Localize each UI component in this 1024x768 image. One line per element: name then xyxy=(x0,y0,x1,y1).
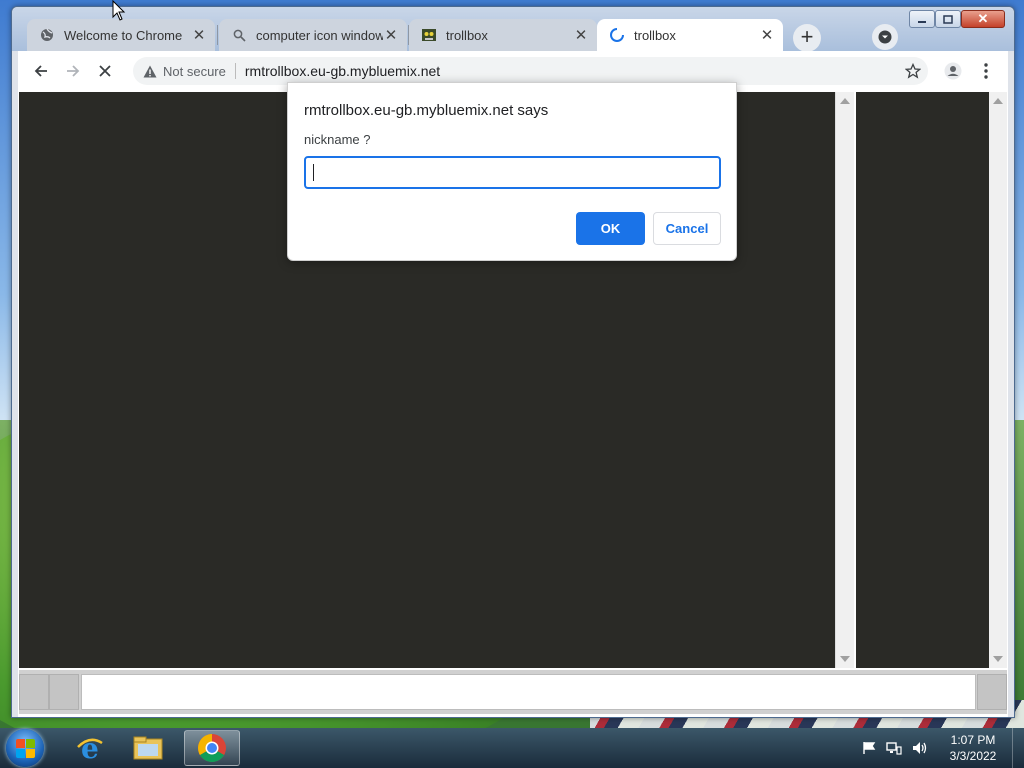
start-button[interactable] xyxy=(6,729,44,767)
close-window-button[interactable]: ✕ xyxy=(961,10,1005,28)
taskbar-internet-explorer[interactable]: e xyxy=(62,730,118,766)
text-caret xyxy=(313,164,314,181)
volume-icon[interactable] xyxy=(912,741,928,755)
cancel-button[interactable]: Cancel xyxy=(653,212,721,245)
stop-loading-button[interactable] xyxy=(95,61,115,81)
prompt-dialog: rmtrollbox.eu-gb.mybluemix.net says nick… xyxy=(287,82,737,261)
tab-trollbox[interactable]: trollbox ✕ xyxy=(409,19,597,51)
action-center-flag-icon[interactable] xyxy=(862,741,876,755)
arrow-left-icon xyxy=(34,65,47,77)
profile-button[interactable] xyxy=(943,61,963,81)
new-tab-button[interactable]: + xyxy=(793,24,821,52)
bar-left-button[interactable] xyxy=(19,674,49,710)
scroll-down-icon[interactable] xyxy=(840,656,850,662)
url-text[interactable]: rmtrollbox.eu-gb.mybluemix.net xyxy=(245,63,440,79)
nickname-input[interactable] xyxy=(304,156,721,189)
restore-icon xyxy=(943,15,953,24)
ok-button[interactable]: OK xyxy=(576,212,645,245)
bar-second-button[interactable] xyxy=(49,674,79,710)
bookmark-star-button[interactable] xyxy=(903,61,923,81)
chrome-menu-button[interactable] xyxy=(976,61,996,81)
close-icon xyxy=(99,65,111,77)
tab-title: trollbox xyxy=(634,27,676,43)
chat-message-input[interactable] xyxy=(81,674,976,710)
omnibox-divider xyxy=(234,63,236,79)
tab-title: trollbox xyxy=(446,27,488,43)
scroll-down-icon[interactable] xyxy=(993,656,1003,662)
taskbar: e 1:07 PM 3/3/2022 xyxy=(0,728,1024,768)
more-vertical-icon xyxy=(984,63,988,79)
chat-input-bar xyxy=(19,670,1007,714)
scroll-up-icon[interactable] xyxy=(993,98,1003,104)
arrow-right-icon xyxy=(67,65,80,77)
user-list-scrollbar[interactable] xyxy=(989,92,1007,668)
tab-close-icon[interactable]: ✕ xyxy=(759,26,775,44)
internet-explorer-icon: e xyxy=(77,733,103,763)
clock-date: 3/3/2022 xyxy=(949,749,997,763)
dialog-title: rmtrollbox.eu-gb.mybluemix.net says xyxy=(304,102,549,119)
windows-logo-icon xyxy=(16,749,25,758)
network-icon[interactable] xyxy=(886,741,902,755)
windows-logo-icon xyxy=(26,739,35,748)
file-explorer-icon xyxy=(133,736,163,760)
user-list-panel[interactable] xyxy=(856,92,989,668)
svg-text:e: e xyxy=(81,733,99,763)
scroll-up-icon[interactable] xyxy=(840,98,850,104)
show-desktop-button[interactable] xyxy=(1012,728,1024,768)
tab-trollbox-active[interactable]: trollbox ✕ xyxy=(597,19,783,51)
tab-welcome-to-chrome[interactable]: Welcome to Chrome ✕ xyxy=(27,19,215,51)
tab-title: Welcome to Chrome xyxy=(64,27,183,43)
tab-close-icon[interactable]: ✕ xyxy=(573,26,589,44)
taskbar-file-explorer[interactable] xyxy=(120,730,176,766)
not-secure-label: Not secure xyxy=(163,63,226,79)
address-bar[interactable]: Not secure rmtrollbox.eu-gb.mybluemix.ne… xyxy=(133,57,928,85)
loading-spinner-icon xyxy=(609,27,625,43)
bar-send-button[interactable] xyxy=(977,674,1007,710)
tab-computer-icon-search[interactable]: computer icon windows ✕ xyxy=(219,19,407,51)
windows-logo-icon xyxy=(26,749,35,758)
chrome-globe-icon xyxy=(39,27,55,43)
system-tray xyxy=(862,728,928,768)
search-icon xyxy=(231,27,247,43)
mouse-pointer-icon xyxy=(112,0,126,21)
star-icon xyxy=(905,63,921,79)
tab-title: computer icon windows xyxy=(256,27,383,43)
tab-close-icon[interactable]: ✕ xyxy=(383,26,399,44)
maximize-button[interactable] xyxy=(935,10,961,28)
back-button[interactable] xyxy=(31,61,51,81)
trollbox-favicon-icon xyxy=(421,27,437,43)
system-clock[interactable]: 1:07 PM 3/3/2022 xyxy=(938,732,1008,764)
minimize-button[interactable] xyxy=(909,10,935,28)
tab-strip: Welcome to Chrome ✕ computer icon window… xyxy=(12,7,1014,52)
dialog-message: nickname ? xyxy=(304,132,371,147)
chevron-down-icon xyxy=(878,30,892,44)
account-icon xyxy=(944,62,962,80)
tab-search-button[interactable] xyxy=(872,24,898,50)
warning-triangle-icon xyxy=(143,65,157,77)
clock-time: 1:07 PM xyxy=(950,733,996,747)
chrome-icon xyxy=(198,734,226,762)
tab-separator xyxy=(217,25,218,45)
windows-logo-icon xyxy=(16,739,25,748)
chat-scrollbar[interactable] xyxy=(835,92,854,668)
forward-button[interactable] xyxy=(63,61,83,81)
tab-close-icon[interactable]: ✕ xyxy=(191,26,207,44)
security-indicator[interactable]: Not secure xyxy=(133,64,226,79)
taskbar-chrome[interactable] xyxy=(184,730,240,766)
minimize-icon xyxy=(918,21,926,23)
